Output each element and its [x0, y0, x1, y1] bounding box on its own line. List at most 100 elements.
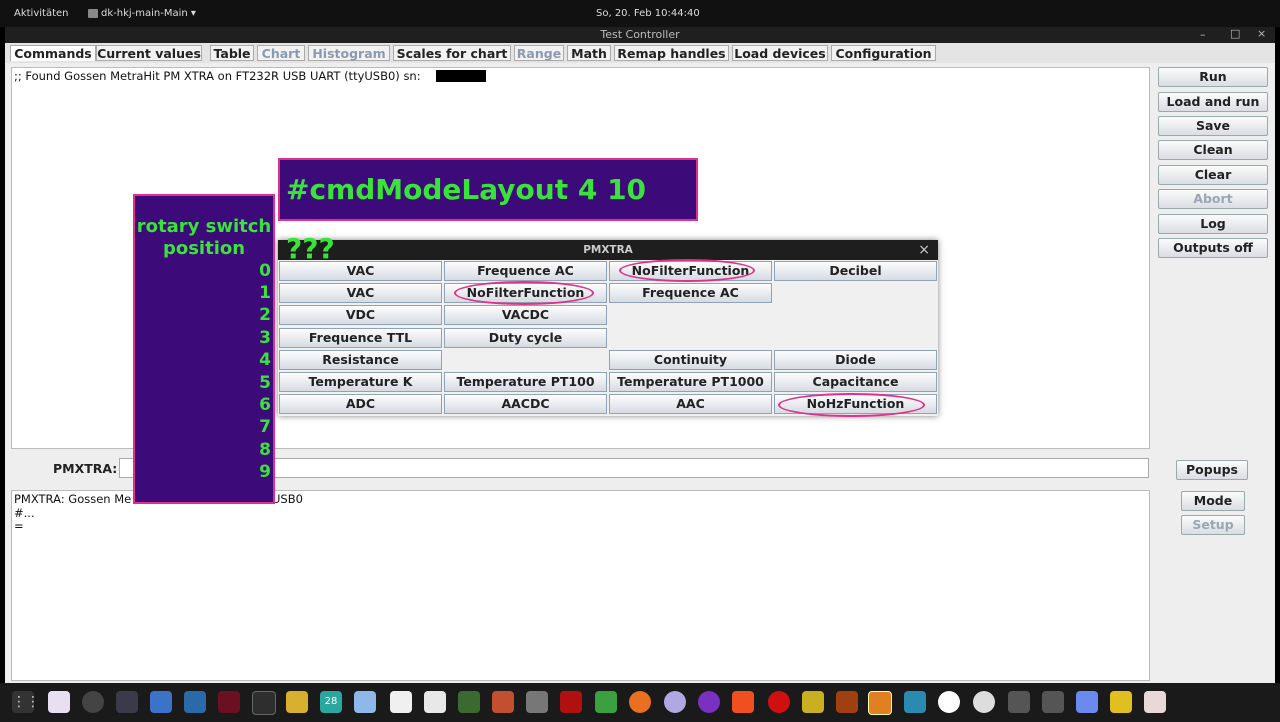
photo-icon[interactable]: [458, 691, 480, 713]
hp2-icon[interactable]: [1042, 691, 1064, 713]
graph-app-icon[interactable]: [1144, 691, 1166, 713]
wine-icon[interactable]: [218, 691, 240, 713]
rotary-switch-annotation: rotary switch position 0 1 2 3 4 5 6 7 8…: [133, 194, 275, 504]
log-button[interactable]: Log: [1158, 214, 1268, 234]
filezilla-icon[interactable]: [560, 691, 582, 713]
mode-button-frequence-ttl[interactable]: Frequence TTL: [279, 328, 442, 348]
archive-icon[interactable]: [836, 691, 858, 713]
disk-icon[interactable]: [82, 691, 104, 713]
mode-button-diode[interactable]: Diode: [774, 350, 937, 370]
close-icon[interactable]: ×: [918, 240, 930, 260]
diamond-icon[interactable]: [595, 691, 617, 713]
mode-button[interactable]: Mode: [1181, 491, 1245, 511]
dialog-title: PMXTRA: [583, 244, 633, 256]
mode-button-vacdc[interactable]: VACDC: [444, 305, 607, 325]
mode-button-temperature-pt100[interactable]: Temperature PT100: [444, 372, 607, 392]
tab-chart[interactable]: Chart: [257, 45, 305, 61]
editor-icon[interactable]: [424, 691, 446, 713]
puzzle-icon[interactable]: [286, 691, 308, 713]
window-titlebar: Test Controller – □ ×: [5, 27, 1275, 43]
position-number: 1: [259, 283, 271, 303]
outputs-off-button[interactable]: Outputs off: [1158, 238, 1268, 258]
opera-icon[interactable]: [768, 691, 790, 713]
log-line: ;; Found Gossen MetraHit PM XTRA on FT23…: [14, 69, 421, 83]
maximize-button[interactable]: □: [1230, 27, 1240, 40]
activities-button[interactable]: Aktivitäten: [14, 8, 69, 19]
mode-button-resistance[interactable]: Resistance: [279, 350, 442, 370]
tab-current-values[interactable]: Current values: [96, 45, 202, 61]
tab-math[interactable]: Math: [567, 45, 611, 61]
mode-button-temperature-k[interactable]: Temperature K: [279, 372, 442, 392]
clean-button[interactable]: Clean: [1158, 140, 1268, 160]
mode-button-vdc[interactable]: VDC: [279, 305, 442, 325]
a-icon[interactable]: [938, 691, 960, 713]
minimize-button[interactable]: –: [1200, 28, 1206, 41]
mode-button-vac[interactable]: VAC: [279, 283, 442, 303]
save-button[interactable]: Save: [1158, 116, 1268, 136]
tab-scales-for-chart[interactable]: Scales for chart: [393, 45, 511, 61]
circle-icon[interactable]: [664, 691, 686, 713]
virtualbox-icon[interactable]: [150, 691, 172, 713]
files-icon[interactable]: [390, 691, 412, 713]
mode-button-aac[interactable]: AAC: [609, 394, 772, 414]
close-window-button[interactable]: ×: [1257, 27, 1266, 40]
mode-button-temperature-pt1000[interactable]: Temperature PT1000: [609, 372, 772, 392]
yellow-app-icon[interactable]: [1110, 691, 1132, 713]
tab-commands[interactable]: Commands: [10, 45, 96, 61]
window-title: Test Controller: [600, 28, 680, 41]
mode-button-continuity[interactable]: Continuity: [609, 350, 772, 370]
mode-button-frequence-ac[interactable]: Frequence AC: [609, 283, 772, 303]
app-icon[interactable]: [48, 691, 70, 713]
apps-grid-icon[interactable]: ⋮⋮: [12, 691, 40, 713]
command-label: PMXTRA:: [53, 461, 118, 476]
position-number: 9: [259, 462, 271, 482]
mode-button-aacdc[interactable]: AACDC: [444, 394, 607, 414]
output-panel[interactable]: PMXTRA: Gossen Me USB0 #... =: [11, 490, 1150, 681]
tab-histogram[interactable]: Histogram: [308, 45, 390, 61]
tor-icon[interactable]: [698, 691, 720, 713]
mode-button-duty-cycle[interactable]: Duty cycle: [444, 328, 607, 348]
clock[interactable]: So, 20. Feb 10:44:40: [596, 8, 700, 19]
mode-button-decibel[interactable]: Decibel: [774, 261, 937, 281]
annotation-title-box: #cmdModeLayout 4 10 ???: [278, 158, 698, 265]
mode-button-frequence-ac[interactable]: Frequence AC: [444, 261, 607, 281]
blue-app-icon[interactable]: [1076, 691, 1098, 713]
clear-button[interactable]: Clear: [1158, 165, 1268, 185]
kodi-icon[interactable]: [904, 691, 926, 713]
firefox-icon[interactable]: [629, 691, 651, 713]
window-icon[interactable]: [184, 691, 206, 713]
gear-icon[interactable]: [802, 691, 824, 713]
output-line: #...: [14, 506, 35, 520]
folder-icon[interactable]: [526, 691, 548, 713]
app-menu[interactable]: dk-hkj-main-Main ▾: [101, 8, 196, 19]
tab-remap-handles[interactable]: Remap handles: [614, 45, 729, 61]
position-number: 6: [259, 395, 271, 415]
highlight-ellipse: [454, 281, 594, 305]
monitor-icon[interactable]: [116, 691, 138, 713]
terminal-icon[interactable]: [252, 691, 276, 715]
load-and-run-button[interactable]: Load and run: [1158, 92, 1268, 112]
system-top-bar: Aktivitäten dk-hkj-main-Main ▾ So, 20. F…: [0, 0, 1280, 27]
dialog-titlebar: PMXTRA ×: [278, 240, 938, 260]
tab-load-devices[interactable]: Load devices: [732, 45, 828, 61]
chat-icon[interactable]: [973, 691, 995, 713]
mode-button-adc[interactable]: ADC: [279, 394, 442, 414]
redacted-serial: [436, 70, 486, 82]
hp-icon[interactable]: [1008, 691, 1030, 713]
brave-icon[interactable]: [732, 691, 754, 713]
spreadsheet-icon[interactable]: [492, 691, 514, 713]
popups-button[interactable]: Popups: [1176, 460, 1248, 480]
sun-icon[interactable]: [868, 691, 892, 715]
setup-button[interactable]: Setup: [1181, 515, 1245, 535]
highlight-ellipse: [778, 393, 925, 417]
tab-table[interactable]: Table: [210, 45, 254, 61]
calendar-icon[interactable]: 28: [320, 691, 342, 713]
position-number: 3: [259, 328, 271, 348]
output-line: =: [14, 519, 24, 533]
mail-icon[interactable]: [354, 691, 376, 713]
tab-range[interactable]: Range: [514, 45, 564, 61]
run-button[interactable]: Run: [1158, 67, 1268, 87]
tab-configuration[interactable]: Configuration: [831, 45, 936, 61]
mode-button-capacitance[interactable]: Capacitance: [774, 372, 937, 392]
abort-button[interactable]: Abort: [1158, 189, 1268, 209]
